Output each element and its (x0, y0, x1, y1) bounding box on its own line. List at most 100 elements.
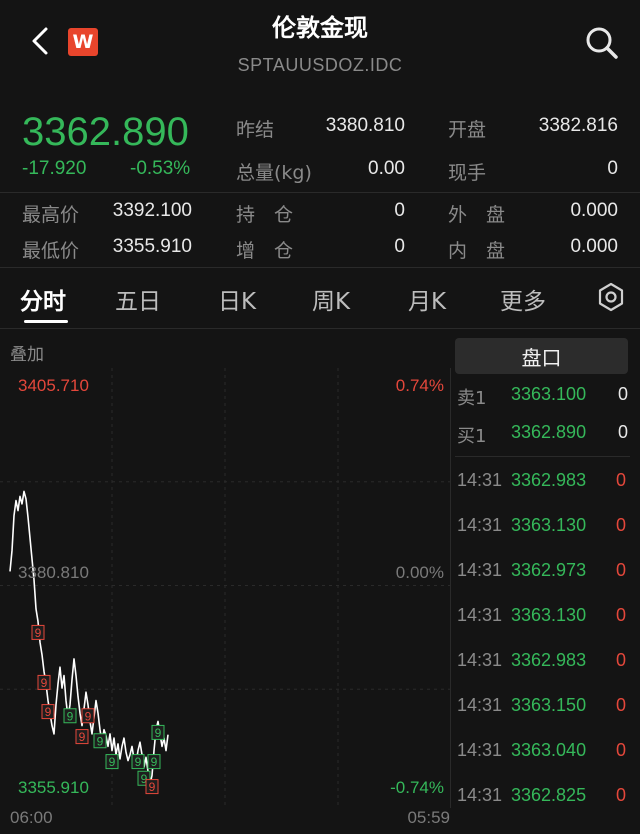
svg-text:9: 9 (109, 755, 116, 769)
divider (0, 328, 640, 329)
chart-start-time: 06:00 (10, 808, 53, 827)
tab-five-day[interactable]: 五日 (115, 282, 161, 316)
tick-price: 3363.130 (511, 605, 587, 625)
tick-time: 14:31 (457, 740, 503, 760)
divider (0, 192, 640, 193)
svg-text:9: 9 (41, 676, 48, 690)
signal-marker: 9 (63, 708, 77, 724)
tab-intraday[interactable]: 分时 (20, 282, 66, 316)
chart-bottom-pct: -0.74% (390, 778, 444, 797)
instrument-code: SPTAUUSDOZ.IDC (237, 55, 403, 75)
tick-time: 14:31 (457, 560, 503, 580)
tick-price: 3362.825 (511, 785, 587, 805)
tab-monthly-k[interactable]: 月K (408, 282, 446, 316)
order-book-row: 卖1 3363.100 0 (455, 384, 630, 414)
field-value-low: 3355.910 (112, 236, 192, 257)
price-change: -17.920 (22, 158, 87, 179)
signal-marker: 9 (93, 733, 107, 749)
tick-price: 3362.983 (511, 470, 587, 490)
svg-text:9: 9 (97, 734, 104, 748)
field-label-open: 开盘 (448, 119, 487, 141)
chart-mid-pct: 0.00% (395, 563, 444, 582)
signal-marker: 9 (131, 754, 145, 769)
svg-text:9: 9 (135, 755, 142, 769)
signal-marker: 9 (37, 674, 51, 690)
tab-more[interactable]: 更多 (500, 282, 546, 316)
intraday-chart: 999 99999 99999 (0, 368, 450, 808)
tick-qty: 0 (615, 470, 626, 490)
order-book-button[interactable]: 盘口 (455, 338, 628, 374)
tab-weekly-k[interactable]: 周K (312, 282, 350, 316)
field-value-current-hand: 0 (607, 158, 618, 179)
tick-qty: 0 (615, 785, 626, 805)
page-title: 伦敦金现 (272, 14, 368, 42)
svg-text:9: 9 (79, 730, 86, 744)
signal-marker: 9 (105, 754, 119, 769)
field-label-volume: 总量(kg) (236, 162, 312, 184)
search-icon[interactable] (583, 24, 619, 60)
signal-marker: 9 (145, 779, 159, 794)
bid-price: 3362.890 (511, 422, 587, 442)
tick-row: 14:31 3363.130 0 (455, 605, 630, 635)
settings-icon[interactable] (596, 282, 626, 312)
field-value-open-interest: 0 (394, 200, 405, 221)
tick-row: 14:31 3363.040 0 (455, 740, 630, 770)
field-value-outer: 0.000 (570, 200, 618, 221)
tick-qty: 0 (615, 650, 626, 670)
tick-row: 14:31 3363.130 0 (455, 515, 630, 545)
field-value-oi-change: 0 (394, 236, 405, 257)
chart-bottom-price: 3355.910 (18, 778, 89, 797)
svg-text:9: 9 (151, 755, 158, 769)
chart-mid-price: 3380.810 (18, 563, 89, 582)
order-book-row: 买1 3362.890 0 (455, 422, 630, 452)
ask-label: 卖1 (457, 388, 487, 409)
signal-marker: 9 (151, 724, 165, 740)
svg-text:9: 9 (45, 705, 52, 719)
tick-time: 14:31 (457, 515, 503, 535)
tick-row: 14:31 3363.150 0 (455, 695, 630, 725)
field-label-open-interest: 持 仓 (236, 204, 294, 226)
tick-time: 14:31 (457, 605, 503, 625)
field-value-volume: 0.00 (368, 158, 405, 179)
tick-row: 14:31 3362.825 0 (455, 785, 630, 815)
field-value-inner: 0.000 (570, 236, 618, 257)
svg-text:9: 9 (85, 709, 92, 723)
last-price: 3362.890 (22, 110, 189, 154)
tick-qty: 0 (615, 605, 626, 625)
tick-price: 3363.150 (511, 695, 587, 715)
signal-marker: 9 (81, 708, 95, 724)
field-label-outer: 外 盘 (448, 204, 506, 226)
tab-active-indicator (24, 320, 68, 323)
chart-top-price: 3405.710 (18, 376, 89, 395)
tick-price: 3362.983 (511, 650, 587, 670)
svg-text:9: 9 (155, 726, 162, 740)
ask-qty: 0 (617, 384, 628, 404)
divider (0, 267, 640, 268)
tick-qty: 0 (615, 740, 626, 760)
tick-qty: 0 (615, 695, 626, 715)
tick-time: 14:31 (457, 785, 503, 805)
field-label-current-hand: 现手 (448, 162, 487, 184)
tab-daily-k[interactable]: 日K (218, 282, 256, 316)
ask-price: 3363.100 (511, 384, 587, 404)
price-change-pct: -0.53% (130, 158, 191, 179)
field-label-oi-change: 增 仓 (236, 240, 294, 262)
tick-time: 14:31 (457, 695, 503, 715)
signal-marker: 9 (41, 704, 55, 719)
signal-marker: 9 (75, 729, 89, 744)
overlay-button[interactable]: 叠加 (10, 340, 44, 365)
chart-end-time: 05:59 (407, 808, 450, 827)
svg-text:9: 9 (35, 626, 42, 640)
field-label-high: 最高价 (22, 204, 80, 226)
divider (455, 456, 630, 457)
svg-text:9: 9 (67, 709, 74, 723)
tick-qty: 0 (615, 560, 626, 580)
signal-marker: 9 (31, 624, 45, 640)
field-value-high: 3392.100 (112, 200, 192, 221)
tick-row: 14:31 3362.973 0 (455, 560, 630, 590)
chart-top-pct: 0.74% (395, 376, 444, 395)
tick-price: 3363.130 (511, 515, 587, 535)
field-label-low: 最低价 (22, 240, 80, 262)
signal-marker: 9 (147, 754, 161, 769)
bid-label: 买1 (457, 426, 487, 447)
